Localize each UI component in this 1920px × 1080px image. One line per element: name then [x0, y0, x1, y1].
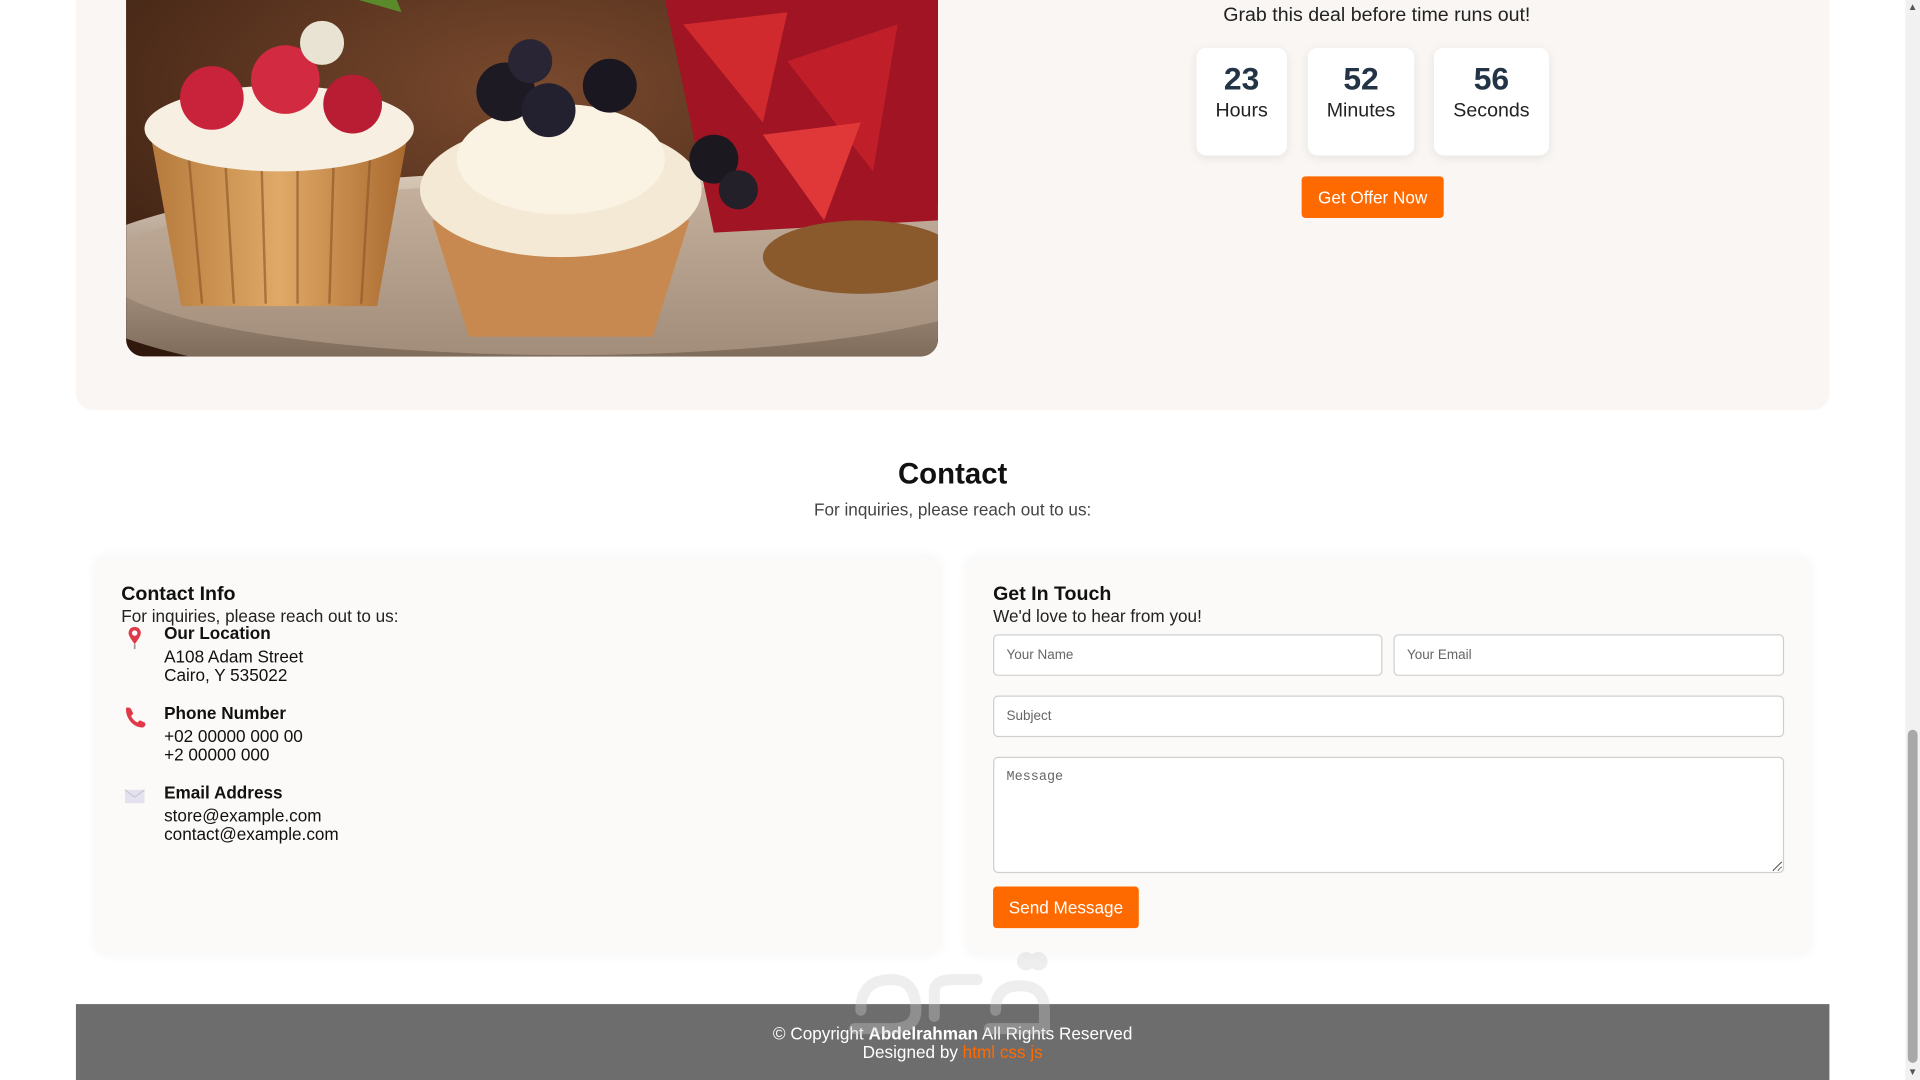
page: Grab this deal before time runs out! 23 … — [0, 0, 1920, 1080]
phone-icon — [121, 703, 148, 730]
scroll-down-icon[interactable]: ▼ — [1908, 1067, 1918, 1078]
location-line-2: Cairo, Y 535022 — [164, 664, 288, 685]
offer-section: Grab this deal before time runs out! 23 … — [75, 0, 1830, 411]
deal-text: Grab this deal before time runs out! — [1223, 4, 1531, 26]
hours-value: 23 — [1223, 60, 1260, 97]
minutes-label: Minutes — [1326, 100, 1396, 122]
contact-form-card: Get In Touch We'd love to hear from you!… — [967, 557, 1810, 954]
phone-line-2: +2 00000 000 — [164, 744, 270, 765]
send-message-button[interactable]: Send Message — [993, 886, 1139, 929]
contact-info-card: Contact Info For inquiries, please reach… — [95, 557, 941, 954]
phone-line-1: +02 00000 000 00 — [164, 726, 303, 746]
hours-label: Hours — [1215, 100, 1268, 122]
email-title: Email Address — [164, 782, 283, 803]
countdown-minutes: 52 Minutes — [1307, 47, 1415, 156]
name-input[interactable] — [993, 634, 1383, 676]
phone-title: Phone Number — [164, 702, 287, 723]
contact-subtitle: For inquiries, please reach out to us: — [814, 499, 1092, 520]
email-line-2: contact@example.com — [164, 824, 339, 844]
countdown-hours: 23 Hours — [1196, 47, 1287, 156]
seconds-label: Seconds — [1453, 100, 1530, 122]
contact-title: Contact — [897, 457, 1008, 492]
get-offer-button[interactable]: Get Offer Now — [1301, 176, 1444, 218]
minutes-value: 52 — [1343, 60, 1379, 97]
contact-info-heading: Contact Info — [121, 584, 236, 605]
location-title: Our Location — [164, 623, 271, 643]
form-heading: Get In Touch — [993, 584, 1112, 605]
email-input[interactable] — [1393, 634, 1785, 676]
form-subheading: We'd love to hear from you! — [993, 606, 1202, 626]
email-line-1: store@example.com — [164, 805, 322, 826]
envelope-icon — [121, 782, 148, 809]
location-line-1: A108 Adam Street — [164, 646, 304, 667]
watermark-logo — [849, 952, 1051, 1035]
seconds-value: 56 — [1473, 60, 1510, 97]
offer-image — [126, 0, 938, 357]
scrollbar-thumb[interactable] — [1907, 729, 1918, 1063]
dessert-illustration — [126, 0, 938, 357]
map-pin-icon — [121, 623, 148, 650]
subject-input[interactable] — [993, 695, 1785, 738]
message-textarea[interactable] — [993, 756, 1785, 874]
vertical-scrollbar[interactable]: ▲ ▼ — [1905, 0, 1920, 1080]
countdown-seconds: 56 Seconds — [1433, 47, 1549, 156]
scroll-up-icon[interactable]: ▲ — [1908, 2, 1918, 12]
